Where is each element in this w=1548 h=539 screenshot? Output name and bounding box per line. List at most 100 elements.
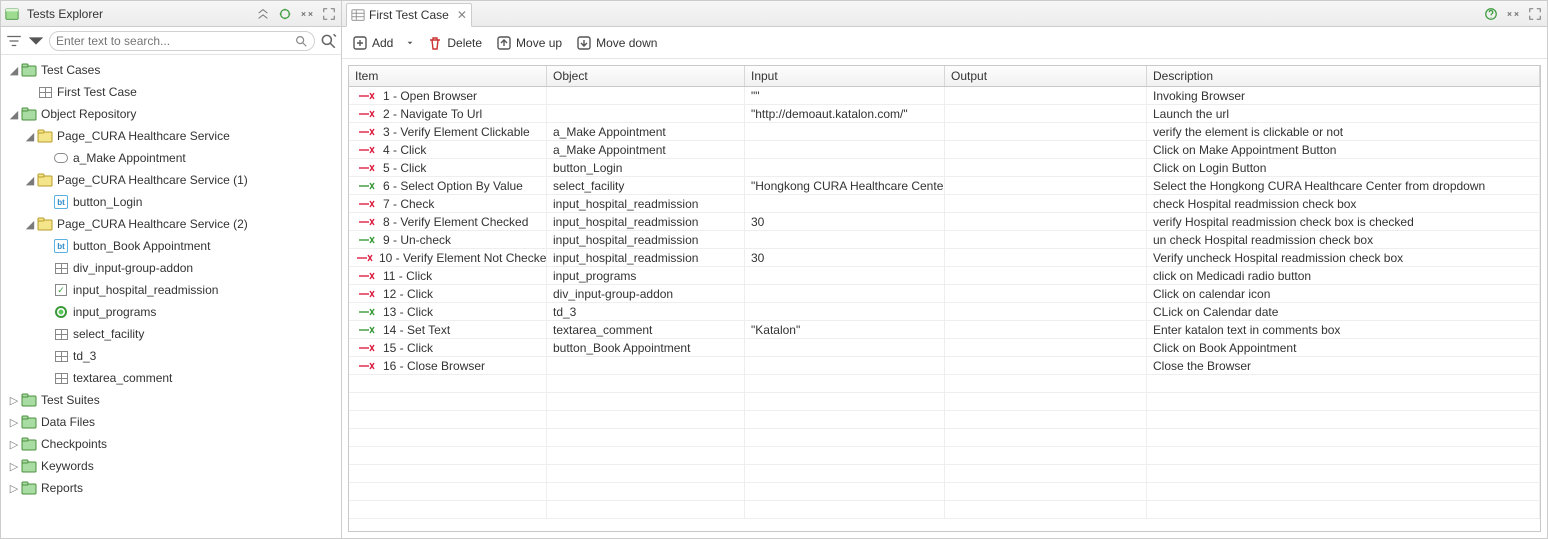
twisty-icon[interactable]: ◢ bbox=[7, 64, 21, 77]
tree-item[interactable]: input_programs bbox=[1, 301, 341, 323]
table-row[interactable]: 6 - Select Option By Valueselect_facilit… bbox=[349, 177, 1540, 195]
move-up-button[interactable]: Move up bbox=[494, 32, 564, 54]
table-row[interactable]: 15 - Clickbutton_Book AppointmentClick o… bbox=[349, 339, 1540, 357]
table-row[interactable]: 3 - Verify Element Clickablea_Make Appoi… bbox=[349, 123, 1540, 141]
table-row[interactable]: 11 - Clickinput_programsclick on Medicad… bbox=[349, 267, 1540, 285]
table-row-empty[interactable] bbox=[349, 375, 1540, 393]
col-header-item[interactable]: Item bbox=[349, 66, 547, 86]
tree-item[interactable]: ◢Test Cases bbox=[1, 59, 341, 81]
twisty-icon[interactable]: ▷ bbox=[7, 394, 21, 407]
tree-item[interactable]: ▷Test Suites bbox=[1, 389, 341, 411]
tree-item[interactable]: div_input-group-addon bbox=[1, 257, 341, 279]
tree-item-label: div_input-group-addon bbox=[73, 261, 193, 275]
search-row bbox=[1, 27, 341, 55]
tree-item[interactable]: select_facility bbox=[1, 323, 341, 345]
twisty-icon[interactable]: ▷ bbox=[7, 438, 21, 451]
editor-header: First Test Case ✕ bbox=[342, 1, 1547, 27]
tree-item[interactable]: btbutton_Book Appointment bbox=[1, 235, 341, 257]
tree-item[interactable]: btbutton_Login bbox=[1, 191, 341, 213]
cell-object: td_3 bbox=[553, 305, 576, 319]
table-row-empty[interactable] bbox=[349, 465, 1540, 483]
search-input[interactable] bbox=[56, 34, 294, 48]
tree-view[interactable]: ◢Test CasesFirst Test Case◢Object Reposi… bbox=[1, 55, 341, 538]
cell-item: 12 - Click bbox=[383, 287, 433, 301]
table-row[interactable]: 14 - Set Texttextarea_comment"Katalon"En… bbox=[349, 321, 1540, 339]
tree-item-label: input_hospital_readmission bbox=[73, 283, 218, 297]
twisty-icon[interactable]: ▷ bbox=[7, 460, 21, 473]
step-status-icon bbox=[355, 181, 377, 191]
table-row[interactable]: 8 - Verify Element Checkedinput_hospital… bbox=[349, 213, 1540, 231]
col-header-description[interactable]: Description bbox=[1147, 66, 1540, 86]
table-row[interactable]: 2 - Navigate To Url"http://demoaut.katal… bbox=[349, 105, 1540, 123]
close-tab-icon[interactable]: ✕ bbox=[457, 8, 467, 22]
col-header-object[interactable]: Object bbox=[547, 66, 745, 86]
table-row[interactable]: 13 - Clicktd_3CLick on Calendar date bbox=[349, 303, 1540, 321]
filter-menu-chevron-icon[interactable] bbox=[27, 32, 45, 50]
cell-item: 13 - Click bbox=[383, 305, 433, 319]
table-row-empty[interactable] bbox=[349, 411, 1540, 429]
table-row-empty[interactable] bbox=[349, 393, 1540, 411]
col-header-output[interactable]: Output bbox=[945, 66, 1147, 86]
step-status-icon bbox=[355, 325, 377, 335]
cell-object: button_Login bbox=[553, 161, 622, 175]
tree-item[interactable]: ▷Reports bbox=[1, 477, 341, 499]
cell-description: verify Hospital readmission check box is… bbox=[1153, 215, 1414, 229]
tree-item-label: select_facility bbox=[73, 327, 144, 341]
tree-item[interactable]: ◢ Page_CURA Healthcare Service bbox=[1, 125, 341, 147]
tree-item-label: Page_CURA Healthcare Service bbox=[57, 129, 230, 143]
table-row[interactable]: 5 - Clickbutton_LoginClick on Login Butt… bbox=[349, 159, 1540, 177]
editor-minimize-icon[interactable] bbox=[1505, 6, 1521, 22]
add-button[interactable]: Add bbox=[350, 32, 395, 54]
tree-item[interactable]: ◢Page_CURA Healthcare Service (2) bbox=[1, 213, 341, 235]
tree-item[interactable]: td_3 bbox=[1, 345, 341, 367]
col-header-input[interactable]: Input bbox=[745, 66, 945, 86]
twisty-icon[interactable]: ▷ bbox=[7, 482, 21, 495]
grid-header: Item Object Input Output Description bbox=[349, 66, 1540, 87]
table-row-empty[interactable] bbox=[349, 501, 1540, 519]
link-with-editor-icon[interactable] bbox=[277, 6, 293, 22]
tree-item[interactable]: ✓input_hospital_readmission bbox=[1, 279, 341, 301]
tree-item[interactable]: First Test Case bbox=[1, 81, 341, 103]
table-row-empty[interactable] bbox=[349, 447, 1540, 465]
tree-item-label: Page_CURA Healthcare Service (1) bbox=[57, 173, 248, 187]
table-row-empty[interactable] bbox=[349, 429, 1540, 447]
help-icon[interactable] bbox=[1483, 6, 1499, 22]
move-down-button[interactable]: Move down bbox=[574, 32, 659, 54]
tree-item[interactable]: ▷Data Files bbox=[1, 411, 341, 433]
table-row-empty[interactable] bbox=[349, 483, 1540, 501]
editor-maximize-icon[interactable] bbox=[1527, 6, 1543, 22]
filter-icon[interactable] bbox=[5, 32, 23, 50]
table-row[interactable]: 1 - Open Browser""Invoking Browser bbox=[349, 87, 1540, 105]
table-row[interactable]: 10 - Verify Element Not Checkedinput_hos… bbox=[349, 249, 1540, 267]
table-row[interactable]: 7 - Checkinput_hospital_readmissioncheck… bbox=[349, 195, 1540, 213]
twisty-icon[interactable]: ◢ bbox=[7, 108, 21, 121]
table-row[interactable]: 16 - Close BrowserClose the Browser bbox=[349, 357, 1540, 375]
folder-icon bbox=[21, 458, 37, 474]
tree-item[interactable]: ▷Checkpoints bbox=[1, 433, 341, 455]
search-icon[interactable] bbox=[294, 34, 308, 48]
folder-icon bbox=[37, 216, 53, 232]
delete-button[interactable]: Delete bbox=[425, 32, 484, 54]
tree-item[interactable]: ◢ Page_CURA Healthcare Service (1) bbox=[1, 169, 341, 191]
tree-item[interactable]: ◢Object Repository bbox=[1, 103, 341, 125]
table-row[interactable]: 9 - Un-checkinput_hospital_readmissionun… bbox=[349, 231, 1540, 249]
minimize-icon[interactable] bbox=[299, 6, 315, 22]
advanced-search-icon[interactable] bbox=[319, 32, 337, 50]
search-box[interactable] bbox=[49, 31, 315, 51]
twisty-icon[interactable]: ▷ bbox=[7, 416, 21, 429]
move-up-icon bbox=[496, 35, 512, 51]
add-menu-chevron-icon[interactable] bbox=[405, 32, 415, 54]
grid-body[interactable]: 1 - Open Browser""Invoking Browser2 - Na… bbox=[349, 87, 1540, 531]
collapse-all-icon[interactable] bbox=[255, 6, 271, 22]
twisty-icon[interactable]: ◢ bbox=[23, 130, 37, 143]
cell-item: 7 - Check bbox=[383, 197, 434, 211]
tree-item[interactable]: ▷Keywords bbox=[1, 455, 341, 477]
twisty-icon[interactable]: ◢ bbox=[23, 174, 37, 187]
twisty-icon[interactable]: ◢ bbox=[23, 218, 37, 231]
tree-item[interactable]: textarea_comment bbox=[1, 367, 341, 389]
tree-item[interactable]: a_Make Appointment bbox=[1, 147, 341, 169]
table-row[interactable]: 12 - Clickdiv_input-group-addonClick on … bbox=[349, 285, 1540, 303]
maximize-icon[interactable] bbox=[321, 6, 337, 22]
editor-tab[interactable]: First Test Case ✕ bbox=[346, 3, 472, 27]
table-row[interactable]: 4 - Clicka_Make AppointmentClick on Make… bbox=[349, 141, 1540, 159]
